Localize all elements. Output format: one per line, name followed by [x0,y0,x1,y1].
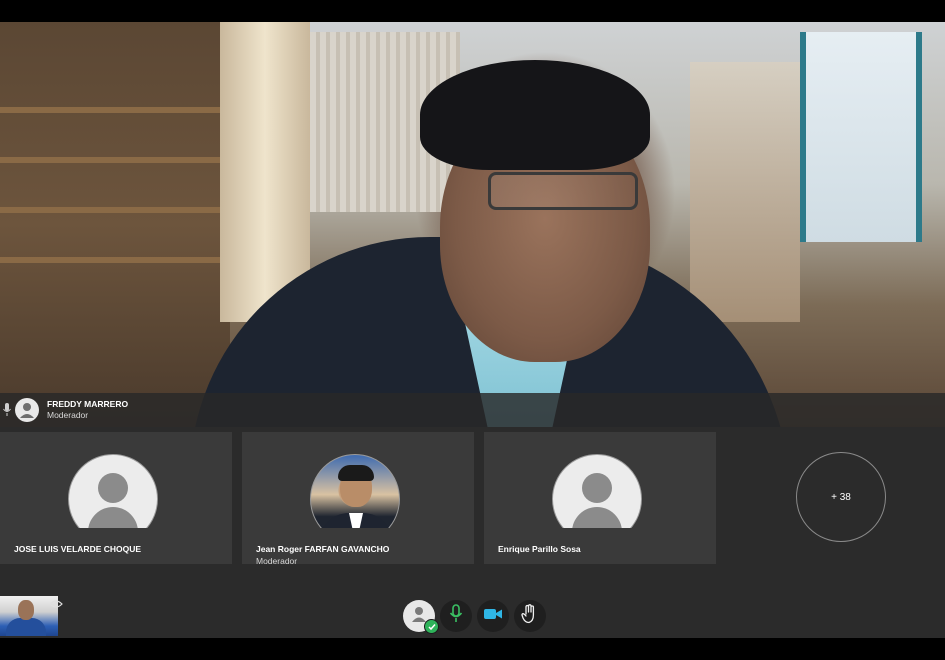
raise-hand-button[interactable] [514,600,546,632]
participant-tile[interactable]: JOSE LUIS VELARDE CHOQUE [0,432,232,564]
window-background [800,32,922,242]
more-participants-tile[interactable]: + 38 [726,432,945,564]
raise-hand-icon [521,603,539,629]
wall-background [690,62,800,322]
bottom-toolbar [0,600,945,634]
participant-name: Jean Roger FARFAN GAVANCHO [256,544,390,554]
participant-tile[interactable]: Jean Roger FARFAN GAVANCHO Moderador [242,432,474,564]
speaker-hair [420,60,650,170]
participant-role: Moderador [256,556,298,564]
video-camera-icon [483,607,503,626]
video-conference-app: FREDDY MARRERO Moderador JOSE LUIS VELAR… [0,22,945,638]
speaker-info-bar: FREDDY MARRERO Moderador [0,393,945,427]
speaker-glasses [488,172,638,210]
camera-button[interactable] [477,600,509,632]
speaker-role: Moderador [47,410,89,420]
main-speaker-video[interactable]: FREDDY MARRERO Moderador [0,22,945,427]
participant-tile[interactable]: Enrique Parillo Sosa [484,432,716,564]
participant-name: JOSE LUIS VELARDE CHOQUE [14,544,142,554]
speaker-name: FREDDY MARRERO [47,399,129,409]
microphone-icon [449,603,463,629]
user-status-button[interactable] [403,600,439,634]
user-icon [15,398,39,422]
participant-name: Enrique Parillo Sosa [498,544,581,554]
microphone-button[interactable] [440,600,472,632]
bookshelf-background [0,22,230,427]
more-participants-count[interactable]: + 38 [796,452,886,542]
microphone-icon [1,401,13,419]
check-icon [424,619,439,634]
